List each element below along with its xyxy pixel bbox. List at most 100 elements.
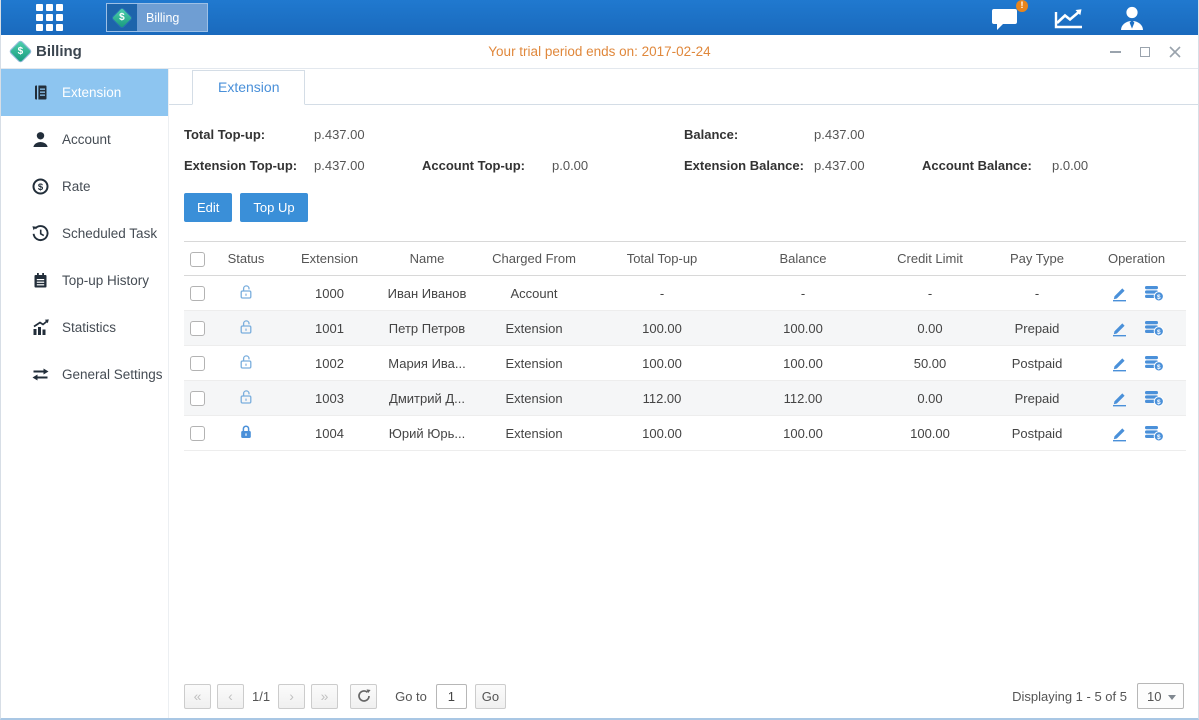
edit-row-icon[interactable] <box>1110 425 1128 442</box>
svg-text:$: $ <box>1156 434 1160 441</box>
sidebar-item-rate[interactable]: $ Rate <box>1 163 168 210</box>
page-size-select[interactable]: 10 <box>1137 683 1184 709</box>
sidebar-item-general-settings[interactable]: General Settings <box>1 351 168 398</box>
edit-row-icon[interactable] <box>1110 320 1128 337</box>
sidebar-item-label: General Settings <box>62 367 163 382</box>
cell-charged-from: Extension <box>477 381 591 416</box>
cell-name: Иван Иванов <box>377 276 477 311</box>
taskbar-item-billing[interactable]: $ Billing <box>106 3 208 32</box>
lock-status-icon <box>238 424 254 440</box>
edit-button[interactable]: Edit <box>184 193 232 222</box>
notepad-icon <box>32 272 49 289</box>
edit-row-icon[interactable] <box>1110 355 1128 372</box>
balance-label: Balance: <box>684 127 814 142</box>
cell-extension: 1004 <box>282 416 377 451</box>
cell-charged-from: Account <box>477 276 591 311</box>
topup-button[interactable]: Top Up <box>240 193 307 222</box>
trial-period-message: Your trial period ends on: 2017-02-24 <box>1 44 1198 59</box>
next-page-button[interactable]: › <box>278 684 305 709</box>
account-balance-label: Account Balance: <box>922 158 1052 173</box>
reports-chart-icon[interactable] <box>1053 6 1085 30</box>
col-operation: Operation <box>1087 242 1186 276</box>
lock-status-icon <box>238 389 254 405</box>
col-total-topup: Total Top-up <box>591 242 733 276</box>
goto-page-input[interactable] <box>436 684 467 709</box>
lock-status-icon <box>238 354 254 370</box>
cell-credit-limit: 0.00 <box>873 381 987 416</box>
cell-credit-limit: 50.00 <box>873 346 987 381</box>
topup-row-icon[interactable]: $ <box>1144 355 1164 372</box>
prev-page-button[interactable]: ‹ <box>217 684 244 709</box>
maximize-icon[interactable] <box>1138 45 1152 59</box>
row-checkbox[interactable] <box>190 286 205 301</box>
billing-logo-icon: $ <box>10 41 31 62</box>
topbar-tray: ! <box>991 5 1198 31</box>
edit-row-icon[interactable] <box>1110 285 1128 302</box>
cell-extension: 1003 <box>282 381 377 416</box>
sidebar-item-topup-history[interactable]: Top-up History <box>1 257 168 304</box>
cell-charged-from: Extension <box>477 416 591 451</box>
tab-extension[interactable]: Extension <box>192 70 305 105</box>
svg-text:$: $ <box>1156 399 1160 406</box>
row-checkbox[interactable] <box>190 321 205 336</box>
cell-total-topup: - <box>591 276 733 311</box>
cell-pay-type: Prepaid <box>987 381 1087 416</box>
close-icon[interactable] <box>1168 45 1182 59</box>
first-page-button[interactable]: « <box>184 684 211 709</box>
svg-text:$: $ <box>1156 294 1160 301</box>
stats-icon <box>32 319 49 336</box>
balance-summary: Total Top-up: p.437.00 Extension Top-up:… <box>184 127 1184 173</box>
cell-name: Юрий Юрь... <box>377 416 477 451</box>
sidebar-item-label: Account <box>62 132 111 147</box>
messages-icon[interactable]: ! <box>991 6 1020 30</box>
notification-badge: ! <box>1016 0 1028 12</box>
cell-name: Дмитрий Д... <box>377 381 477 416</box>
sidebar-item-account[interactable]: Account <box>1 116 168 163</box>
taskbar-item-label: Billing <box>146 11 179 25</box>
topup-row-icon[interactable]: $ <box>1144 285 1164 302</box>
cell-charged-from: Extension <box>477 311 591 346</box>
window-title: Billing <box>36 43 82 60</box>
col-name: Name <box>377 242 477 276</box>
col-charged-from: Charged From <box>477 242 591 276</box>
sidebar-item-scheduled-task[interactable]: Scheduled Task <box>1 210 168 257</box>
edit-row-icon[interactable] <box>1110 390 1128 407</box>
user-account-icon[interactable] <box>1118 5 1146 31</box>
topup-row-icon[interactable]: $ <box>1144 320 1164 337</box>
cell-total-topup: 100.00 <box>591 346 733 381</box>
dollar-circle-icon: $ <box>32 178 49 195</box>
app-window: $ Billing ! <box>0 0 1199 720</box>
cell-pay-type: Postpaid <box>987 416 1087 451</box>
chevron-down-icon <box>1168 695 1176 700</box>
table-row: 1000 Иван Иванов Account - - - - $ <box>184 276 1186 311</box>
cell-total-topup: 112.00 <box>591 381 733 416</box>
sidebar-item-extension[interactable]: Extension <box>1 69 168 116</box>
row-checkbox[interactable] <box>190 426 205 441</box>
main-content: Extension Total Top-up: p.437.00 Extensi… <box>169 69 1198 718</box>
topup-row-icon[interactable]: $ <box>1144 425 1164 442</box>
cell-extension: 1002 <box>282 346 377 381</box>
row-checkbox[interactable] <box>190 391 205 406</box>
minimize-icon[interactable] <box>1108 45 1122 59</box>
app-launcher-icon[interactable] <box>36 4 63 31</box>
row-checkbox[interactable] <box>190 356 205 371</box>
extension-topup-label: Extension Top-up: <box>184 158 314 173</box>
select-all-checkbox[interactable] <box>190 252 205 267</box>
col-extension: Extension <box>282 242 377 276</box>
cell-name: Мария Ива... <box>377 346 477 381</box>
sidebar-item-statistics[interactable]: Statistics <box>1 304 168 351</box>
cell-pay-type: Postpaid <box>987 346 1087 381</box>
cell-balance: 100.00 <box>733 416 873 451</box>
extension-balance-label: Extension Balance: <box>684 158 814 173</box>
total-topup-value: p.437.00 <box>314 127 422 142</box>
go-button[interactable]: Go <box>475 684 506 709</box>
refresh-button[interactable] <box>350 684 377 709</box>
extension-balance-value: p.437.00 <box>814 158 922 173</box>
sidebar: Extension Account $ Rate Scheduled Task <box>1 69 169 718</box>
cell-pay-type: Prepaid <box>987 311 1087 346</box>
last-page-button[interactable]: » <box>311 684 338 709</box>
cell-name: Петр Петров <box>377 311 477 346</box>
topup-row-icon[interactable]: $ <box>1144 390 1164 407</box>
cell-extension: 1000 <box>282 276 377 311</box>
sidebar-item-label: Scheduled Task <box>62 226 157 241</box>
